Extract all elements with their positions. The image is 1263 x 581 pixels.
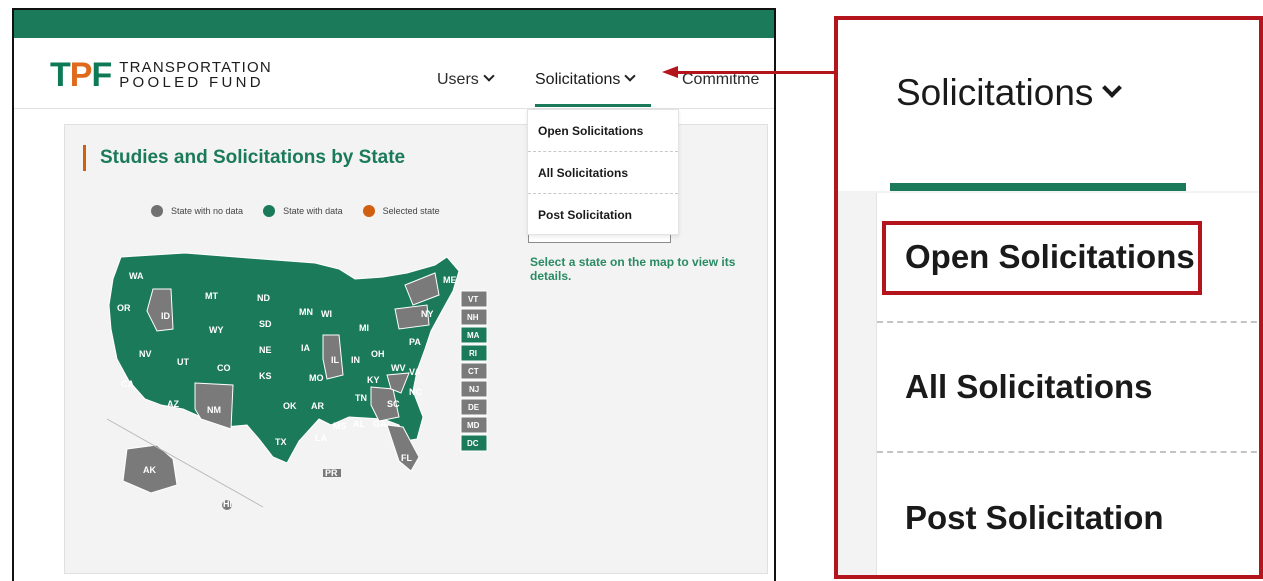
state-ma[interactable]: MA [467,331,480,340]
nav-users-label: Users [437,71,479,88]
state-hi[interactable]: HI [223,499,232,509]
logo-line-2: POOLED FUND [119,74,264,91]
state-ne[interactable]: NE [259,345,272,355]
browser-screenshot: TPF TRANSPORTATION POOLED FUND Users Sol… [12,8,776,581]
solicitations-dropdown: Open Solicitations All Solicitations Pos… [527,109,679,235]
menu-open-solicitations[interactable]: Open Solicitations [528,110,678,152]
state-sc[interactable]: SC [387,399,400,409]
nav-active-underline [535,104,651,107]
callout-arrow [676,71,836,74]
state-wv[interactable]: WV [391,363,406,373]
state-ri[interactable]: RI [469,349,477,358]
map-shapes [106,252,460,510]
state-tx[interactable]: TX [275,437,287,447]
chevron-down-icon [1102,78,1123,98]
state-ia[interactable]: IA [301,343,311,353]
legend-with-data-label: State with data [283,206,343,216]
state-fl[interactable]: FL [401,453,412,463]
map-hint: Select a state on the map to view its de… [530,255,736,283]
state-ak[interactable]: AK [143,465,156,475]
state-nm[interactable]: NM [207,405,221,415]
state-nd[interactable]: ND [257,293,270,303]
chevron-down-icon [624,70,637,82]
state-md[interactable]: MD [467,421,480,430]
state-ny[interactable]: NY [421,309,434,319]
state-oh[interactable]: OH [371,349,385,359]
state-vt[interactable]: VT [468,295,478,304]
state-nv[interactable]: NV [139,349,152,359]
state-mt[interactable]: MT [205,291,218,301]
panel-title: Studies and Solicitations by State [83,145,405,171]
state-wi[interactable]: WI [321,309,332,319]
nav-solicitations-label: Solicitations [535,71,621,88]
menu-all-solicitations[interactable]: All Solicitations [528,152,678,194]
green-dot-icon [263,205,276,217]
zoom-menu-all-solicitations: All Solicitations [877,323,1259,453]
state-sd[interactable]: SD [259,319,272,329]
legend-selected-label: Selected state [382,206,440,216]
site-header: TPF TRANSPORTATION POOLED FUND Users Sol… [14,38,774,109]
state-nh[interactable]: NH [467,313,479,322]
state-de[interactable]: DE [468,403,480,412]
state-in[interactable]: IN [351,355,360,365]
state-mo[interactable]: MO [309,373,324,383]
us-state-map[interactable]: WA OR ID MT ND SD WY NV UT CO NE KS CA A… [87,249,527,519]
chevron-down-icon [483,70,495,82]
map-legend: State with no data State with data Selec… [151,205,460,217]
state-co[interactable]: CO [217,363,231,373]
logo-line-1: TRANSPORTATION [119,59,272,76]
state-ar[interactable]: AR [311,401,324,411]
state-wa[interactable]: WA [129,271,144,281]
state-ky[interactable]: KY [367,375,380,385]
nav-users[interactable]: Users [437,70,495,89]
top-bar [14,10,774,38]
orange-dot-icon [362,205,375,217]
state-wy[interactable]: WY [209,325,224,335]
state-ms[interactable]: MS [333,421,347,431]
zoom-active-underline [890,183,1186,191]
state-mn[interactable]: MN [299,307,313,317]
state-va[interactable]: VA [409,367,421,377]
state-id[interactable]: ID [161,311,171,321]
grey-dot-icon [151,205,163,217]
small-state-boxes: VT NH MA RI CT NJ DE MD DC [460,290,488,452]
logo-mark: TPF [50,56,112,94]
state-il[interactable]: IL [331,355,340,365]
state-or[interactable]: OR [117,303,131,313]
zoom-menu-post-solicitation: Post Solicitation [905,499,1164,536]
legend-no-data-label: State with no data [171,206,244,216]
menu-post-solicitation[interactable]: Post Solicitation [528,194,678,236]
zoom-solicitations-nav: Solicitations [896,72,1123,114]
state-al[interactable]: AL [353,419,365,429]
nav-solicitations[interactable]: Solicitations [535,70,637,89]
state-la[interactable]: LA [315,433,327,443]
state-ok[interactable]: OK [283,401,297,411]
zoom-callout: Solicitations Open Solicitations All Sol… [834,16,1263,579]
state-mi[interactable]: MI [359,323,369,333]
highlight-box [882,221,1202,295]
state-pr[interactable]: PR [325,468,338,478]
state-nc[interactable]: NC [409,387,422,397]
tpf-logo[interactable]: TPF TRANSPORTATION POOLED FUND [50,56,272,94]
state-ct[interactable]: CT [468,367,479,376]
state-tn[interactable]: TN [355,393,367,403]
legend-no-data: State with no data [151,205,243,217]
state-az[interactable]: AZ [167,399,179,409]
state-ca[interactable]: CA [121,379,134,389]
state-dc[interactable]: DC [467,439,479,448]
zoom-solicitations-label: Solicitations [896,72,1094,113]
logo-text: TRANSPORTATION POOLED FUND [119,60,272,90]
state-ga[interactable]: GA [373,419,387,429]
state-pa[interactable]: PA [409,337,421,347]
state-ut[interactable]: UT [177,357,189,367]
state-me[interactable]: ME [443,275,457,285]
legend-with-data: State with data [263,205,343,217]
state-ks[interactable]: KS [259,371,272,381]
legend-selected: Selected state [362,205,440,217]
state-nj[interactable]: NJ [469,385,479,394]
